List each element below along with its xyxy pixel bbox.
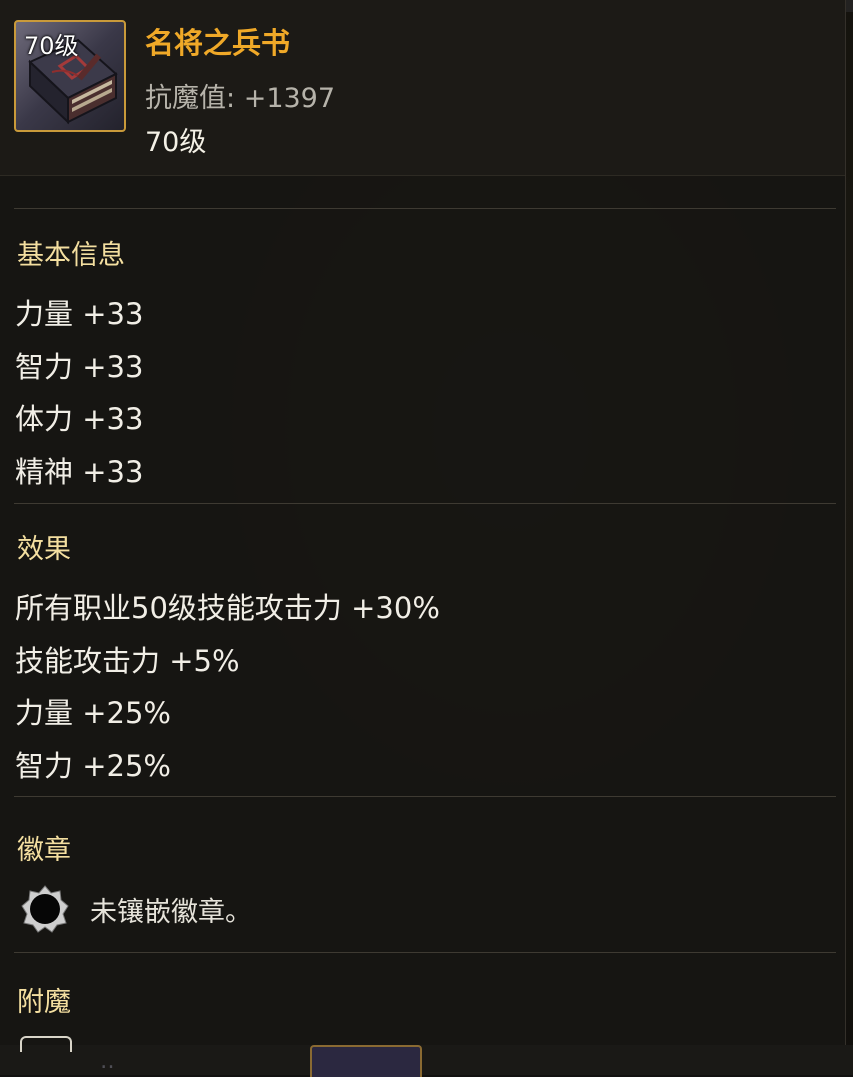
resist-value: +1397 [243,83,336,114]
effect-line: 力量 +25% [15,696,171,730]
effect-line: 所有职业50级技能攻击力 +30% [15,591,440,625]
section-title-emblem: 徽章 [17,835,71,866]
enchant-slot[interactable] [20,1036,72,1052]
effect-line: 技能攻击力 +5% [15,644,240,678]
emblem-slot-icon[interactable] [20,884,70,934]
stat-line: 智力 +33 [15,350,144,384]
resist-row: 抗魔值: +1397 [145,76,335,115]
item-name: 名将之兵书 [145,26,291,60]
section-title-effects: 效果 [17,534,71,565]
emblem-status-text: 未镶嵌徽章。 [90,897,252,928]
resist-label: 抗魔值: [145,83,236,114]
divider [14,208,836,209]
stat-line: 力量 +33 [15,297,144,331]
item-icon-frame[interactable]: 70级 [14,20,126,132]
background-slot-frame [310,1045,422,1077]
divider [14,952,836,953]
section-title-basic: 基本信息 [17,240,125,271]
section-title-enchant: 附魔 [17,987,71,1018]
item-icon-level-badge: 70级 [24,32,79,60]
effect-line: 智力 +25% [15,749,171,783]
item-level: 70级 [145,127,207,158]
stat-line: 精神 +33 [15,455,144,489]
item-tooltip: 70级 名将之兵书 抗魔值: +1397 70级 基本信息 力量 +33 智力 … [0,0,846,1052]
divider [14,796,836,797]
background-bottom-strip: ‥ [0,1045,853,1077]
tooltip-header: 70级 名将之兵书 抗魔值: +1397 70级 [0,0,845,176]
stat-line: 体力 +33 [15,402,144,436]
background-text-fragment: ‥ [100,1049,115,1074]
divider [14,503,836,504]
